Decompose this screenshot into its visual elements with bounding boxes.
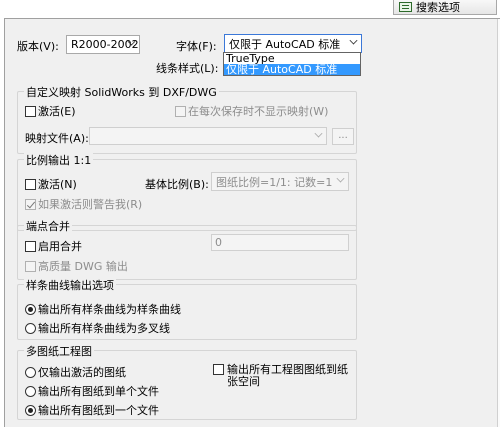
output-all-to-space-label: 输出所有工程图图纸到纸张空间 [227, 363, 348, 388]
spline-as-polyline-radio[interactable]: 输出所有样条曲线为多叉线 [25, 320, 170, 336]
warn-if-active-checkbox[interactable]: 如果激活则警告我(R) [25, 196, 142, 212]
map-file-select[interactable] [89, 127, 327, 145]
version-select[interactable]: R2000-2002 [66, 35, 140, 54]
spline-title: 样条曲线输出选项 [24, 277, 116, 293]
output-single-file-radio[interactable]: 输出所有图纸到单个文件 [25, 383, 159, 399]
checkbox-icon [25, 105, 36, 117]
not-show-map-checkbox[interactable]: 在每次保存时不显示映射(W) [175, 103, 328, 119]
custom-map-activate-label: 激活(E) [38, 105, 76, 118]
multisheet-option2-label: 输出所有图纸到单个文件 [38, 385, 159, 398]
options-panel: 版本(V): R2000-2002 字体(F): 仅限于 AutoCAD 标准 … [4, 18, 500, 427]
custom-map-activate-checkbox[interactable]: 激活(E) [25, 103, 76, 119]
search-options-button[interactable]: 搜索选项 [393, 0, 497, 15]
radio-icon [25, 366, 36, 378]
chevron-down-icon [336, 174, 345, 183]
checkbox-icon [213, 364, 224, 375]
output-active-sheet-radio[interactable]: 仅输出激活的图纸 [25, 364, 126, 380]
multisheet-option1-label: 仅输出激活的图纸 [38, 366, 126, 379]
base-scale-label: 基体比例(B): [145, 178, 209, 191]
spline-option2-label: 输出所有样条曲线为多叉线 [38, 322, 170, 335]
font-value: 仅限于 AutoCAD 标准 [229, 37, 341, 51]
base-scale-value: 图纸比例=1/1: 记数=1 [216, 175, 333, 189]
radio-selected-icon [25, 404, 36, 416]
linestyle-label: 线条样式(L): [156, 62, 219, 75]
radio-selected-icon [25, 303, 36, 315]
checkbox-checked-icon [25, 198, 36, 210]
radio-icon [25, 385, 36, 397]
merge-distance-input[interactable]: 0 [211, 234, 349, 251]
multisheet-option3-label: 输出所有图纸到一个文件 [38, 404, 159, 417]
spline-as-spline-radio[interactable]: 输出所有样条曲线为样条曲线 [25, 301, 181, 317]
output-one-file-radio[interactable]: 输出所有图纸到一个文件 [25, 402, 159, 418]
multisheet-title: 多图纸工程图 [24, 343, 94, 359]
enable-merge-checkbox[interactable]: 启用合并 [25, 238, 82, 254]
spline-option1-label: 输出所有样条曲线为样条曲线 [38, 303, 181, 316]
chevron-down-icon [314, 129, 323, 138]
font-option-autocad[interactable]: 仅限于 AutoCAD 标准 [224, 64, 360, 75]
scale-activate-label: 激活(N) [38, 178, 77, 191]
scale-output-title: 比例输出 1:1 [24, 152, 94, 168]
search-options-icon [399, 2, 412, 12]
hq-dwg-checkbox[interactable]: 高质量 DWG 输出 [25, 258, 128, 274]
scale-activate-checkbox[interactable]: 激活(N) [25, 176, 77, 192]
browse-button[interactable]: ... [332, 128, 354, 145]
checkbox-icon [25, 240, 36, 252]
custom-mapping-title: 自定义映射 SolidWorks 到 DXF/DWG [24, 84, 219, 100]
font-select[interactable]: 仅限于 AutoCAD 标准 [224, 34, 362, 53]
endpoint-merge-title: 端点合并 [24, 218, 72, 234]
output-all-to-space-checkbox[interactable]: 输出所有工程图图纸到纸张空间 [213, 364, 351, 388]
font-label: 字体(F): [176, 40, 217, 53]
checkbox-icon [25, 260, 36, 272]
checkbox-icon [175, 105, 186, 117]
search-options-label: 搜索选项 [416, 1, 460, 14]
checkbox-icon [25, 178, 36, 190]
map-file-label: 映射文件(A): [25, 132, 89, 145]
hq-dwg-label: 高质量 DWG 输出 [38, 260, 128, 273]
font-dropdown-list: TrueType 仅限于 AutoCAD 标准 [223, 52, 361, 76]
version-label: 版本(V): [17, 40, 59, 53]
chevron-down-icon [349, 36, 358, 45]
base-scale-select[interactable]: 图纸比例=1/1: 记数=1 [211, 172, 349, 191]
warn-if-active-label: 如果激活则警告我(R) [38, 198, 143, 211]
radio-icon [25, 322, 36, 334]
not-show-map-label: 在每次保存时不显示映射(W) [188, 105, 329, 118]
enable-merge-label: 启用合并 [38, 240, 82, 253]
